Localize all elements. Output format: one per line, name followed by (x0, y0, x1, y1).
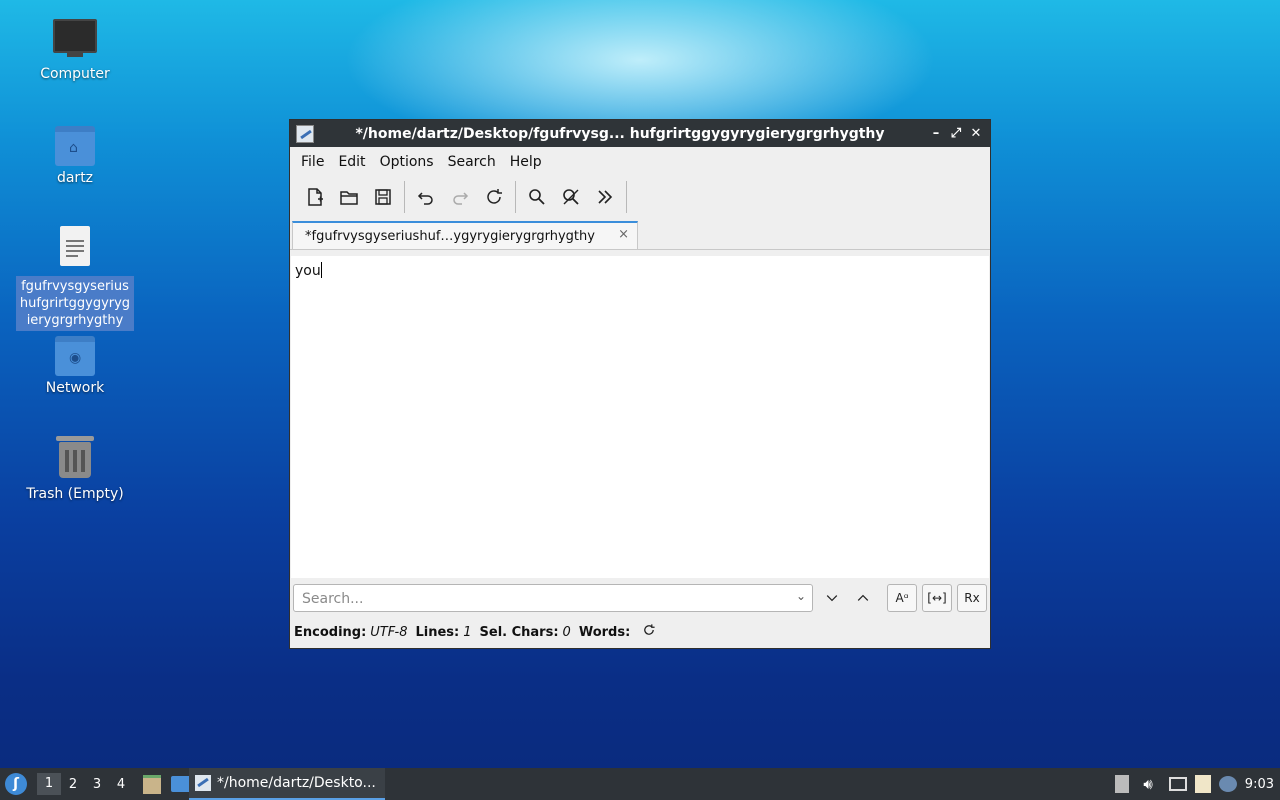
editor-text: you (295, 262, 322, 279)
refresh-word-count-icon[interactable] (642, 623, 656, 641)
save-button[interactable] (366, 180, 400, 214)
lxqt-logo-icon: ʃ (13, 776, 19, 792)
tray-toggle-icon[interactable] (1115, 775, 1130, 793)
find-previous-button[interactable] (851, 586, 875, 610)
close-button[interactable]: ✕ (966, 126, 986, 141)
regex-button[interactable]: Rx (957, 584, 987, 612)
window-title: */home/dartz/Desktop/fgufrvysg... hufgri… (355, 125, 885, 142)
redo-icon (453, 192, 469, 205)
desktop-icon-label: Trash (Empty) (26, 486, 124, 502)
minimize-button[interactable]: – (926, 126, 946, 141)
text-editor-window: */home/dartz/Desktop/fgufrvysg... hufgri… (289, 119, 991, 649)
search-combobox[interactable]: ⌄ (293, 584, 813, 612)
toolbar-separator (515, 181, 516, 213)
taskbar-item-editor[interactable]: */home/dartz/Deskto... (189, 768, 385, 800)
reload-button[interactable] (477, 180, 511, 214)
search-icon (529, 189, 545, 205)
notification-icon[interactable] (1218, 776, 1237, 792)
workspace-4[interactable]: 4 (109, 777, 133, 792)
clipboard-icon[interactable] (1194, 775, 1211, 793)
menu-options[interactable]: Options (380, 154, 434, 170)
file-manager-launcher[interactable] (143, 774, 161, 794)
save-icon (375, 189, 391, 205)
text-editor-area[interactable]: you (291, 256, 989, 578)
find-next-button[interactable] (820, 586, 844, 610)
toolbar-separator (404, 181, 405, 213)
chevron-up-icon (857, 594, 869, 601)
menu-search[interactable]: Search (448, 154, 496, 170)
encoding-value: UTF-8 (370, 624, 408, 640)
tab-close-icon[interactable]: × (618, 227, 629, 242)
desktop-icon-label: Computer (40, 66, 110, 82)
find-button[interactable] (520, 180, 554, 214)
whole-word-button[interactable]: [↔] (922, 584, 952, 612)
words-label: Words: (578, 624, 631, 640)
status-bar: Encoding: UTF-8 Lines: 1 Sel. Chars: 0 W… (294, 622, 656, 642)
window-titlebar[interactable]: */home/dartz/Desktop/fgufrvysg... hufgri… (290, 120, 990, 147)
desktop-icon-home[interactable]: ⌂ dartz (15, 120, 135, 187)
undo-button[interactable] (409, 180, 443, 214)
desktop-icon-label: dartz (56, 170, 94, 186)
desktop-icon-label: fgufrvysgyseriushufgrirtggygyrygierygrgr… (16, 276, 134, 331)
maximize-button[interactable]: ⤢ (946, 126, 966, 141)
document-tab[interactable]: *fgufrvysgyseriushuf…ygyrygierygrgrhygth… (292, 221, 638, 249)
volume-icon[interactable]: 🔊︎ (1143, 775, 1152, 793)
menu-file[interactable]: File (301, 154, 324, 170)
new-file-icon (308, 188, 323, 206)
redo-button[interactable] (443, 180, 477, 214)
encoding-label: Encoding: (294, 624, 367, 640)
clock[interactable]: 9:03 (1245, 777, 1274, 792)
editor-content: you (295, 263, 321, 279)
folder-open-icon (340, 191, 358, 205)
desktop-icon-network[interactable]: ◉ Network (15, 330, 135, 397)
selected-chars-label: Sel. Chars: (479, 624, 559, 640)
selected-chars-value: 0 (562, 624, 571, 640)
double-chevron-right-icon (598, 190, 613, 204)
trash-icon (53, 436, 97, 480)
find-replace-icon (563, 189, 579, 205)
workspace-3[interactable]: 3 (85, 777, 109, 792)
lines-label: Lines: (415, 624, 460, 640)
app-icon (296, 124, 314, 143)
desktop-icon-computer[interactable]: Computer (15, 16, 135, 83)
lines-value: 1 (463, 624, 472, 640)
chevron-down-icon[interactable]: ⌄ (796, 589, 806, 603)
tab-strip: *fgufrvysgyseriushuf…ygyrygierygrgrhygth… (290, 217, 990, 250)
toolbar (290, 177, 990, 217)
menu-edit[interactable]: Edit (338, 154, 365, 170)
desktop-icon-label: Network (45, 380, 105, 396)
workspace-2[interactable]: 2 (61, 777, 85, 792)
desktop-icon-trash[interactable]: Trash (Empty) (15, 436, 135, 503)
workspace-1[interactable]: 1 (37, 773, 61, 795)
search-input[interactable] (300, 586, 784, 612)
network-folder-icon: ◉ (53, 330, 97, 376)
text-file-icon (53, 226, 97, 270)
computer-icon (53, 16, 97, 60)
open-file-button[interactable] (332, 180, 366, 214)
go-to-line-button[interactable] (588, 180, 622, 214)
menu-bar: File Edit Options Search Help (290, 147, 990, 177)
menu-help[interactable]: Help (510, 154, 542, 170)
tab-label: *fgufrvysgyseriushuf…ygyrygierygrgrhygth… (305, 228, 595, 244)
desktop-icon-text-file[interactable]: fgufrvysgyseriushufgrirtggygyrygierygrgr… (15, 226, 135, 331)
network-icon[interactable] (1168, 777, 1187, 791)
taskbar: ʃ 1 2 3 4 */home/dartz/Deskto... 🔊︎ 9:03 (0, 768, 1280, 800)
toolbar-separator (626, 181, 627, 213)
undo-icon (417, 192, 433, 205)
taskbar-item-label: */home/dartz/Deskto... (217, 775, 376, 791)
match-case-button[interactable]: Aᵅ (887, 584, 917, 612)
text-caret (320, 262, 322, 278)
start-menu-button[interactable]: ʃ (5, 773, 27, 795)
reload-icon (487, 189, 502, 204)
chevron-down-icon (826, 595, 838, 602)
find-replace-button[interactable] (554, 180, 588, 214)
show-desktop-button[interactable] (171, 776, 191, 792)
new-file-button[interactable] (298, 180, 332, 214)
search-bar: ⌄ Aᵅ [↔] Rx (293, 584, 989, 614)
text-editor-icon (195, 775, 211, 791)
home-folder-icon: ⌂ (53, 120, 97, 166)
